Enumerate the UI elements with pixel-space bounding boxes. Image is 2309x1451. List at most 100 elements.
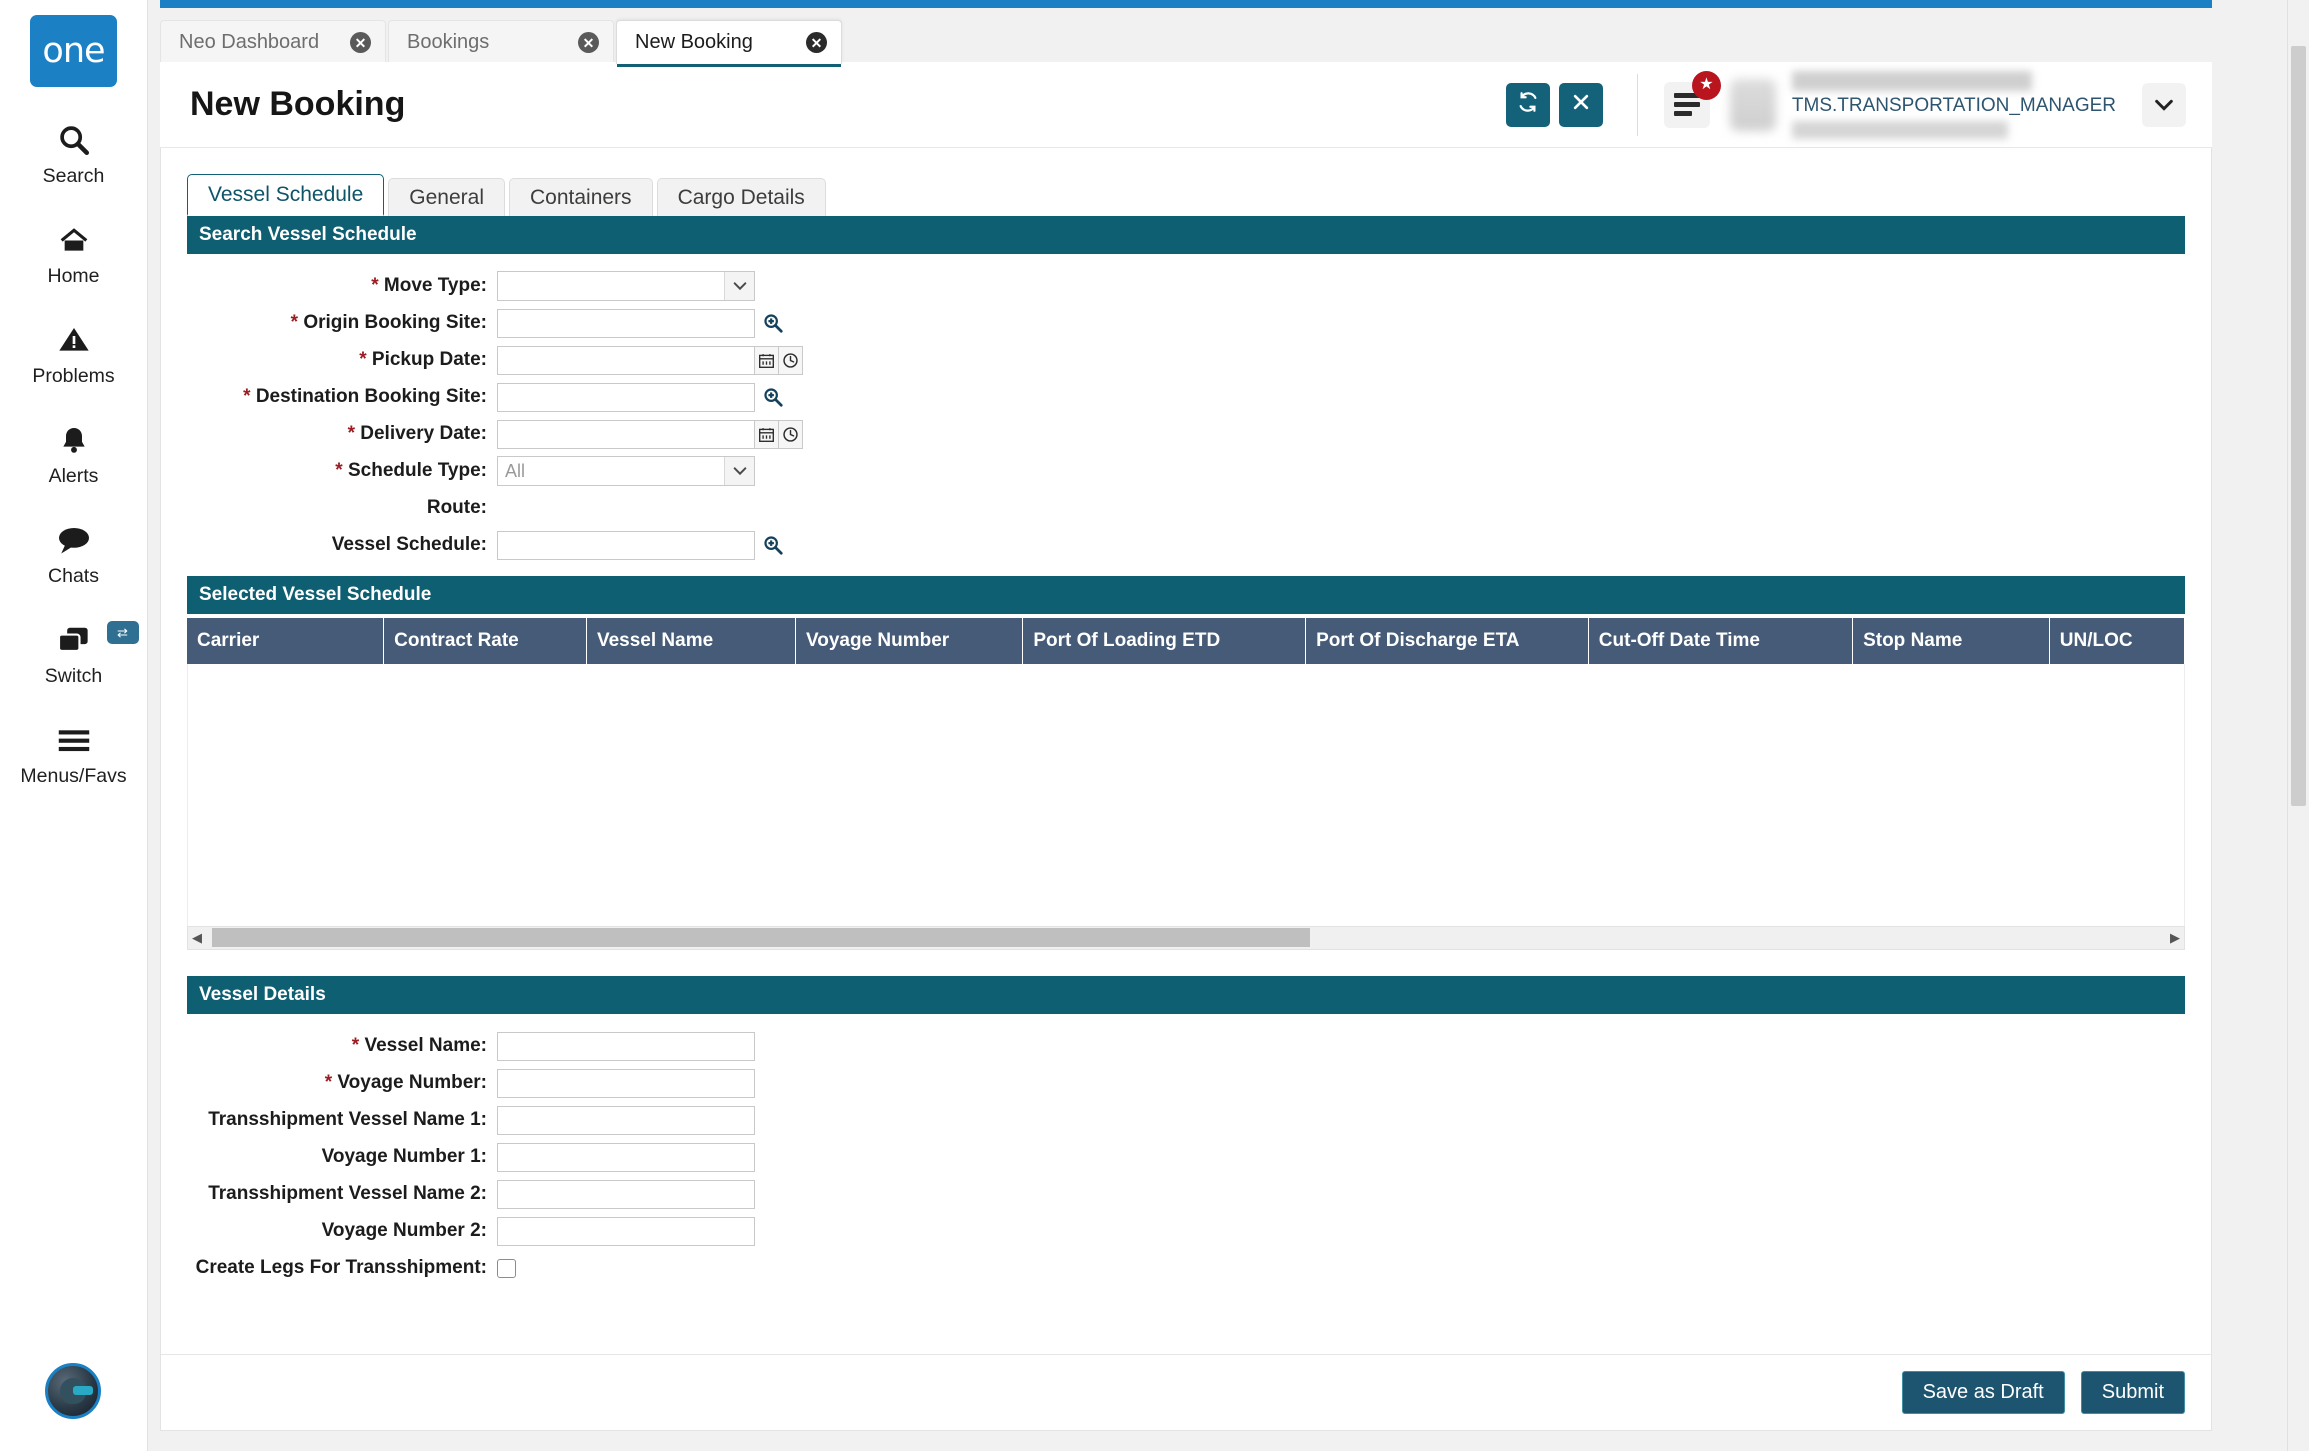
search-icon	[57, 117, 91, 163]
page-scrollbar-thumb[interactable]	[2291, 46, 2306, 806]
pickup-date-input[interactable]	[497, 346, 755, 375]
sidebar-item-search[interactable]: Search	[0, 117, 148, 187]
vessel-schedule-input[interactable]	[497, 531, 755, 560]
field-row-transshipment-vessel-name-2: Transshipment Vessel Name 2:	[187, 1176, 2185, 1212]
workspace-tab-neo-dashboard[interactable]: Neo Dashboard ✕	[160, 20, 386, 64]
required-marker: *	[243, 386, 250, 407]
refresh-button[interactable]	[1506, 83, 1550, 127]
column-header-unloc[interactable]: UN/LOC	[2049, 618, 2184, 664]
field-label: Transshipment Vessel Name 2:	[187, 1183, 497, 1205]
chevron-down-icon	[724, 457, 754, 485]
tab-cargo-details[interactable]: Cargo Details	[657, 178, 826, 216]
transshipment-vessel-name-2-input[interactable]	[497, 1180, 755, 1209]
sidebar-item-label: Alerts	[49, 465, 99, 487]
voyage-number-input[interactable]	[497, 1069, 755, 1098]
page-title: New Booking	[190, 85, 405, 124]
field-label: * Voyage Number:	[187, 1072, 497, 1094]
search-vessel-schedule-header: Search Vessel Schedule	[187, 216, 2185, 254]
field-label: * Vessel Name:	[187, 1035, 497, 1057]
search-lookup-icon[interactable]	[760, 309, 786, 337]
transshipment-vessel-name-1-input[interactable]	[497, 1106, 755, 1135]
tab-general[interactable]: General	[388, 178, 505, 216]
section-title: Vessel Details	[199, 984, 326, 1005]
close-page-button[interactable]	[1559, 83, 1603, 127]
workspace-tab-bookings[interactable]: Bookings ✕	[388, 20, 614, 64]
one-logo[interactable]: one	[30, 15, 117, 87]
destination-booking-site-input[interactable]	[497, 383, 755, 412]
workspace-tab-label: Neo Dashboard	[179, 31, 319, 54]
refresh-icon	[1517, 91, 1539, 118]
column-header-cut-off-date-time[interactable]: Cut-Off Date Time	[1588, 618, 1852, 664]
sidebar-item-alerts[interactable]: Alerts	[0, 417, 148, 487]
table-horizontal-scrollbar[interactable]: ◀ ▶	[187, 926, 2185, 950]
clock-icon[interactable]	[779, 420, 803, 449]
page-scrollbar[interactable]	[2287, 0, 2309, 1451]
required-marker: *	[359, 349, 366, 370]
column-header-contract-rate[interactable]: Contract Rate	[384, 618, 587, 664]
favorites-menu-button[interactable]: ★	[1664, 82, 1710, 128]
tab-label: Containers	[530, 186, 632, 210]
sidebar-item-problems[interactable]: Problems	[0, 317, 148, 387]
field-row-route: Route:	[187, 490, 2185, 526]
workspace-tab-new-booking[interactable]: New Booking ✕	[616, 20, 842, 64]
close-icon[interactable]: ✕	[806, 32, 827, 53]
calendar-icon[interactable]	[755, 346, 779, 375]
calendar-icon[interactable]	[755, 420, 779, 449]
form-tabs: Vessel Schedule General Containers Cargo…	[187, 174, 2185, 216]
tab-containers[interactable]: Containers	[509, 178, 653, 216]
top-accent-bar	[160, 0, 2212, 8]
submit-button[interactable]: Submit	[2081, 1371, 2185, 1414]
chevron-down-icon[interactable]	[2142, 83, 2186, 127]
column-header-vessel-name[interactable]: Vessel Name	[586, 618, 795, 664]
field-label: * Schedule Type:	[187, 460, 497, 482]
sidebar-item-label: Switch	[45, 665, 102, 687]
search-vessel-schedule-form: * Move Type: * Origin Booking Site:	[187, 254, 2185, 576]
sidebar-item-menus-favs[interactable]: Menus/Favs	[0, 717, 148, 787]
scrollbar-track[interactable]	[206, 926, 2166, 950]
swap-arrows-icon[interactable]: ⇄	[107, 621, 139, 644]
scroll-left-arrow-icon[interactable]: ◀	[188, 930, 206, 946]
origin-booking-site-input[interactable]	[497, 309, 755, 338]
form-footer: Save as Draft Submit	[161, 1354, 2211, 1430]
save-as-draft-button[interactable]: Save as Draft	[1902, 1371, 2065, 1414]
close-icon[interactable]: ✕	[578, 32, 599, 53]
field-row-delivery-date: * Delivery Date:	[187, 416, 2185, 452]
field-row-voyage-number-2: Voyage Number 2:	[187, 1213, 2185, 1249]
vessel-name-input[interactable]	[497, 1032, 755, 1061]
move-type-select[interactable]	[497, 271, 755, 301]
sidebar-item-chats[interactable]: Chats	[0, 517, 148, 587]
clock-icon[interactable]	[779, 346, 803, 375]
sidebar-item-home[interactable]: Home	[0, 217, 148, 287]
tab-label: General	[409, 186, 484, 210]
column-header-stop-name[interactable]: Stop Name	[1853, 618, 2050, 664]
scroll-right-arrow-icon[interactable]: ▶	[2166, 930, 2184, 946]
voyage-number-1-input[interactable]	[497, 1143, 755, 1172]
column-header-carrier[interactable]: Carrier	[187, 618, 384, 664]
sidebar-item-switch[interactable]: ⇄ Switch	[0, 617, 148, 687]
delivery-date-input[interactable]	[497, 420, 755, 449]
schedule-type-select[interactable]: All	[497, 456, 755, 486]
search-lookup-icon[interactable]	[760, 531, 786, 559]
scrollbar-thumb[interactable]	[212, 928, 1310, 947]
field-row-voyage-number: * Voyage Number:	[187, 1065, 2185, 1101]
close-icon[interactable]: ✕	[350, 32, 371, 53]
column-header-port-of-loading-etd[interactable]: Port Of Loading ETD	[1023, 618, 1306, 664]
selected-vessel-schedule-table: Carrier Contract Rate Vessel Name Voyage…	[187, 618, 2185, 950]
home-icon	[56, 217, 92, 263]
create-legs-checkbox[interactable]	[497, 1259, 516, 1278]
column-header-voyage-number[interactable]: Voyage Number	[795, 618, 1022, 664]
tab-vessel-schedule[interactable]: Vessel Schedule	[187, 174, 384, 216]
section-title: Selected Vessel Schedule	[199, 584, 431, 605]
search-lookup-icon[interactable]	[760, 383, 786, 411]
column-header-port-of-discharge-eta[interactable]: Port Of Discharge ETA	[1306, 618, 1589, 664]
assistant-head-icon	[60, 1378, 86, 1404]
user-profile[interactable]: TMS.TRANSPORTATION_MANAGER	[1730, 71, 2186, 139]
field-row-pickup-date: * Pickup Date:	[187, 342, 2185, 378]
field-row-schedule-type: * Schedule Type: All	[187, 453, 2185, 489]
vessel-details-header: Vessel Details	[187, 976, 2185, 1014]
bell-icon	[58, 417, 90, 463]
field-row-create-legs-for-transshipment: Create Legs For Transshipment:	[187, 1250, 2185, 1286]
required-marker: *	[325, 1072, 332, 1093]
ai-assistant-avatar[interactable]	[45, 1363, 101, 1419]
voyage-number-2-input[interactable]	[497, 1217, 755, 1246]
